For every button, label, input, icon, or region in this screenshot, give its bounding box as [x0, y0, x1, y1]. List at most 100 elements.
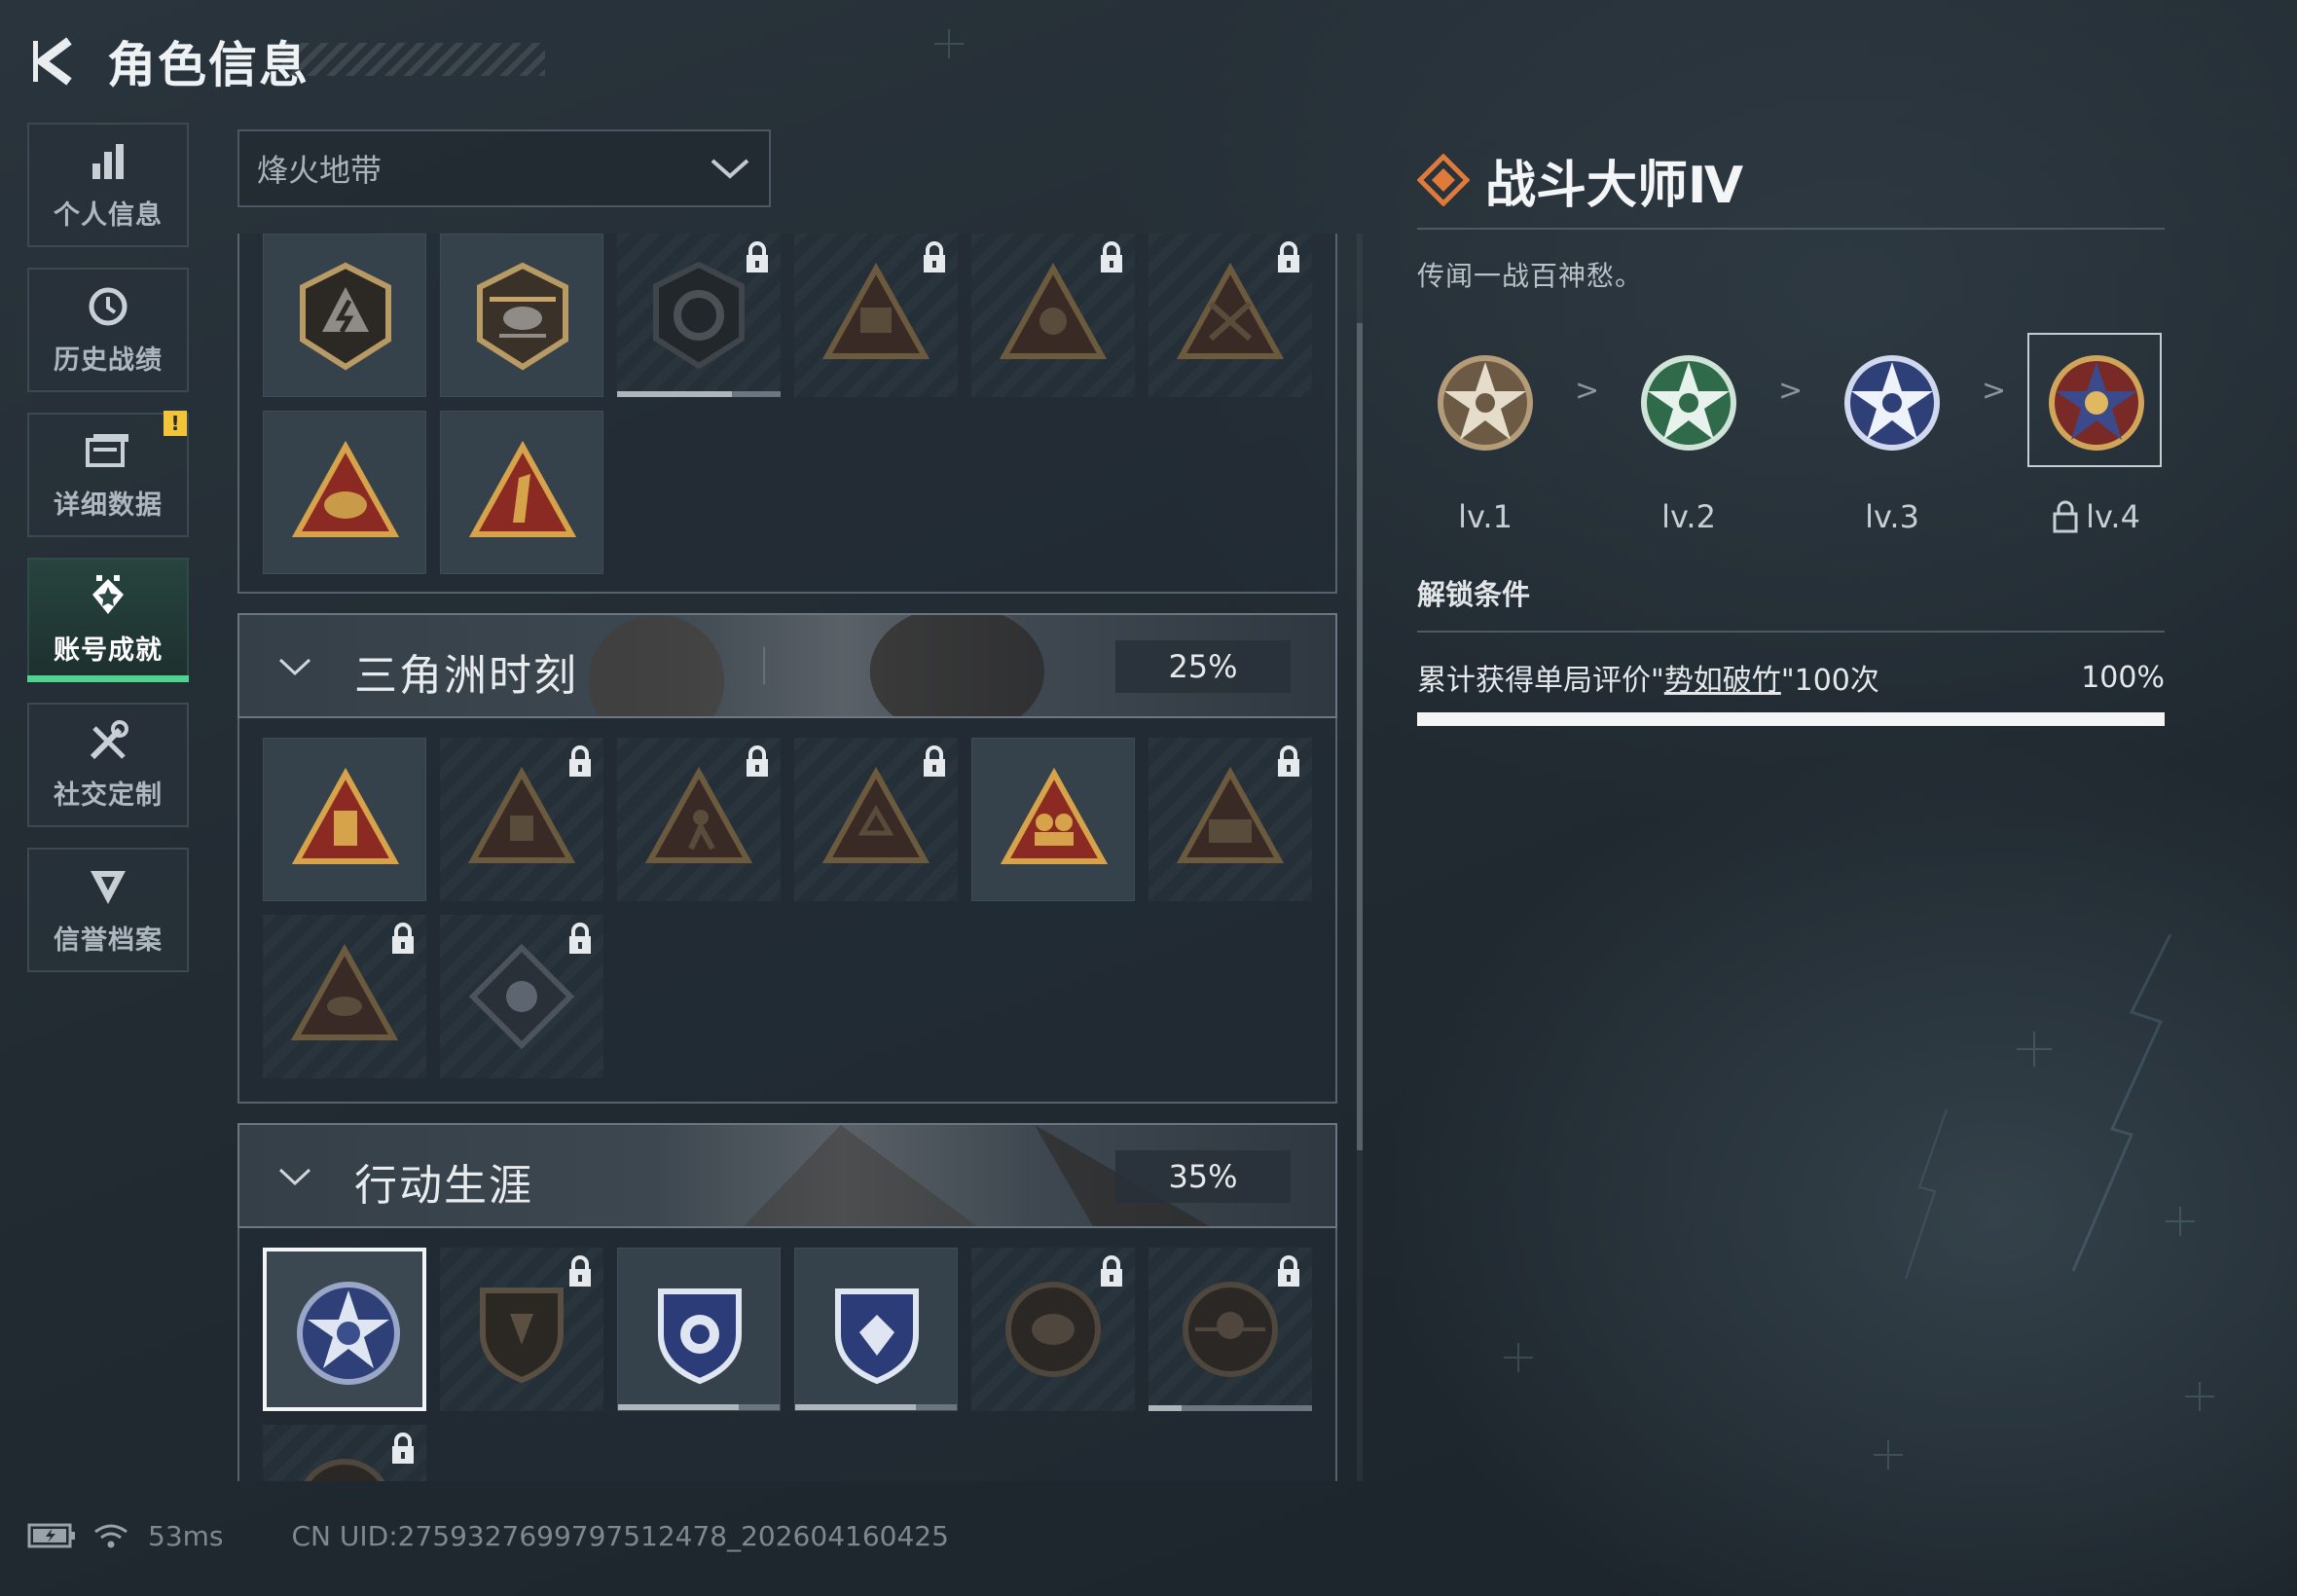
level-lv2[interactable]: lv.2 [1621, 333, 1757, 535]
soldier-triangle-badge-icon [1176, 262, 1285, 359]
achievement-tile[interactable] [794, 234, 958, 397]
achievement-tile[interactable] [971, 234, 1135, 397]
detail-title-row: 战斗大师Ⅳ [1417, 146, 2165, 215]
collapse-chevron-icon [278, 1168, 311, 1186]
blue-star-medal-icon [1844, 355, 1940, 451]
back-arrow-icon [33, 37, 72, 86]
level-lv3[interactable]: lv.3 [1824, 333, 1960, 535]
achievement-group-header[interactable]: 三角洲时刻 25% [237, 613, 1337, 718]
green-star-medal-icon [1641, 355, 1736, 451]
condition-percent: 100% [2081, 660, 2165, 695]
hexagon-emblem-badge-icon [653, 261, 745, 370]
achievement-tile[interactable] [440, 1248, 603, 1411]
achievement-tile-selected[interactable] [263, 1248, 426, 1411]
achievement-group-header[interactable]: 行动生涯 35% [237, 1123, 1337, 1228]
lock-icon [1278, 1255, 1299, 1287]
diamond-title-icon [1417, 154, 1470, 206]
divider [1417, 631, 2165, 633]
lightning-shield-badge-icon [300, 262, 391, 371]
lock-icon [569, 1255, 591, 1287]
unlock-condition-title: 解锁条件 [1417, 578, 1531, 611]
battery-charging-icon [27, 1523, 75, 1548]
sidebar-item-credit[interactable]: 信誉档案 [27, 848, 189, 972]
number-one-triangle-badge-icon [468, 440, 577, 537]
sidebar-item-detailed-data[interactable]: 详细数据 ! [27, 411, 189, 537]
achievement-tile[interactable] [440, 411, 603, 574]
level-label: lv.2 [1661, 498, 1716, 535]
achievement-tile[interactable] [794, 1248, 958, 1411]
shield-crest-badge-icon [480, 1288, 564, 1384]
sidebar: 个人信息 历史战绩 详细数据 ! 账号成就 社交定制 信誉档案 [27, 123, 191, 993]
unlock-condition-row: 累计获得单局评价"势如破竹"100次 100% [1417, 656, 2165, 699]
runner-triangle-badge-icon [644, 766, 753, 863]
data-folder-icon [86, 429, 130, 474]
sidebar-item-personal-info[interactable]: 个人信息 [27, 123, 189, 247]
achievement-tile[interactable] [263, 1425, 426, 1481]
credit-shield-icon [86, 864, 130, 909]
status-bar: 53ms CN UID:275932769979​7512478_2026041… [27, 1514, 949, 1557]
scrollbar-thumb[interactable] [1357, 323, 1363, 1150]
achievement-tile[interactable] [617, 1248, 781, 1411]
chevron-down-icon [711, 159, 749, 179]
notification-badge: ! [164, 411, 187, 436]
lock-icon [747, 745, 768, 777]
achievement-tile[interactable] [617, 234, 781, 397]
achievement-group-grid [237, 718, 1337, 1104]
tile-progress-bar [617, 391, 781, 397]
level-lv4[interactable]: lv.4 [2027, 333, 2165, 535]
bronze-star-medal-icon [1438, 355, 1533, 451]
combat-master-star-badge-icon [297, 1282, 400, 1385]
hands-triangle-badge-icon [821, 766, 930, 863]
tile-progress-bar [618, 1404, 780, 1410]
achievement-tile[interactable] [440, 915, 603, 1078]
lock-icon [924, 241, 945, 272]
achievement-tile[interactable] [263, 915, 426, 1078]
ping-value: 53ms [148, 1519, 224, 1552]
achievement-tile[interactable] [1148, 738, 1312, 901]
achievement-tile[interactable] [263, 411, 426, 574]
lock-icon [924, 745, 945, 777]
achievement-tile[interactable] [1148, 234, 1312, 397]
lock-icon [1278, 745, 1299, 777]
fish-triangle-badge-icon [290, 943, 399, 1040]
title-decoration [282, 43, 545, 76]
group-name: 行动生涯 [354, 1161, 533, 1211]
lock-icon [392, 923, 414, 954]
bar-chart-icon [86, 139, 130, 184]
sidebar-item-history[interactable]: 历史战绩 [27, 268, 189, 392]
list-scrollbar[interactable] [1357, 234, 1363, 1481]
wifi-icon [94, 1524, 128, 1548]
level-label: lv.3 [1865, 498, 1919, 535]
page-header: 角色信息 [27, 27, 310, 95]
achievement-tile[interactable] [1148, 1248, 1312, 1411]
achievement-tile[interactable] [617, 738, 781, 901]
lock-icon [1278, 241, 1299, 272]
divider [1417, 228, 2165, 230]
group-name: 三角洲时刻 [354, 651, 578, 701]
sidebar-item-achievements[interactable]: 账号成就 [27, 558, 189, 682]
achievement-tile[interactable] [794, 738, 958, 901]
achievement-tile[interactable] [971, 1248, 1135, 1411]
sidebar-item-social[interactable]: 社交定制 [27, 703, 189, 827]
sniper-triangle-badge-icon [821, 262, 930, 359]
level-label: lv.1 [1458, 498, 1513, 535]
achievement-group-grid [237, 1228, 1337, 1481]
lock-icon [1101, 1255, 1122, 1287]
condition-text: 累计获得单局评价"势如破竹"100次 [1417, 656, 1879, 699]
condition-highlight-link[interactable]: 势如破竹 [1664, 664, 1781, 698]
back-button[interactable] [27, 32, 82, 91]
achievement-tile[interactable] [971, 738, 1135, 901]
achievement-tile[interactable] [440, 234, 603, 397]
achievement-list[interactable]: 三角洲时刻 25% 行动生涯 35% [237, 234, 1339, 1481]
level-label-row: lv.4 [2028, 498, 2165, 535]
lock-icon [1101, 241, 1122, 272]
achievement-group-grid [237, 234, 1337, 594]
condition-progress-bar [1417, 712, 2165, 726]
team-triangle-badge-icon [1176, 766, 1285, 863]
achievement-tile[interactable] [440, 738, 603, 901]
achievement-tile[interactable] [263, 738, 426, 901]
helicopter-badge-icon [477, 262, 568, 371]
achievement-tile[interactable] [263, 234, 426, 397]
level-lv1[interactable]: lv.1 [1417, 333, 1553, 535]
mode-select[interactable]: 烽火地带 [237, 129, 771, 207]
